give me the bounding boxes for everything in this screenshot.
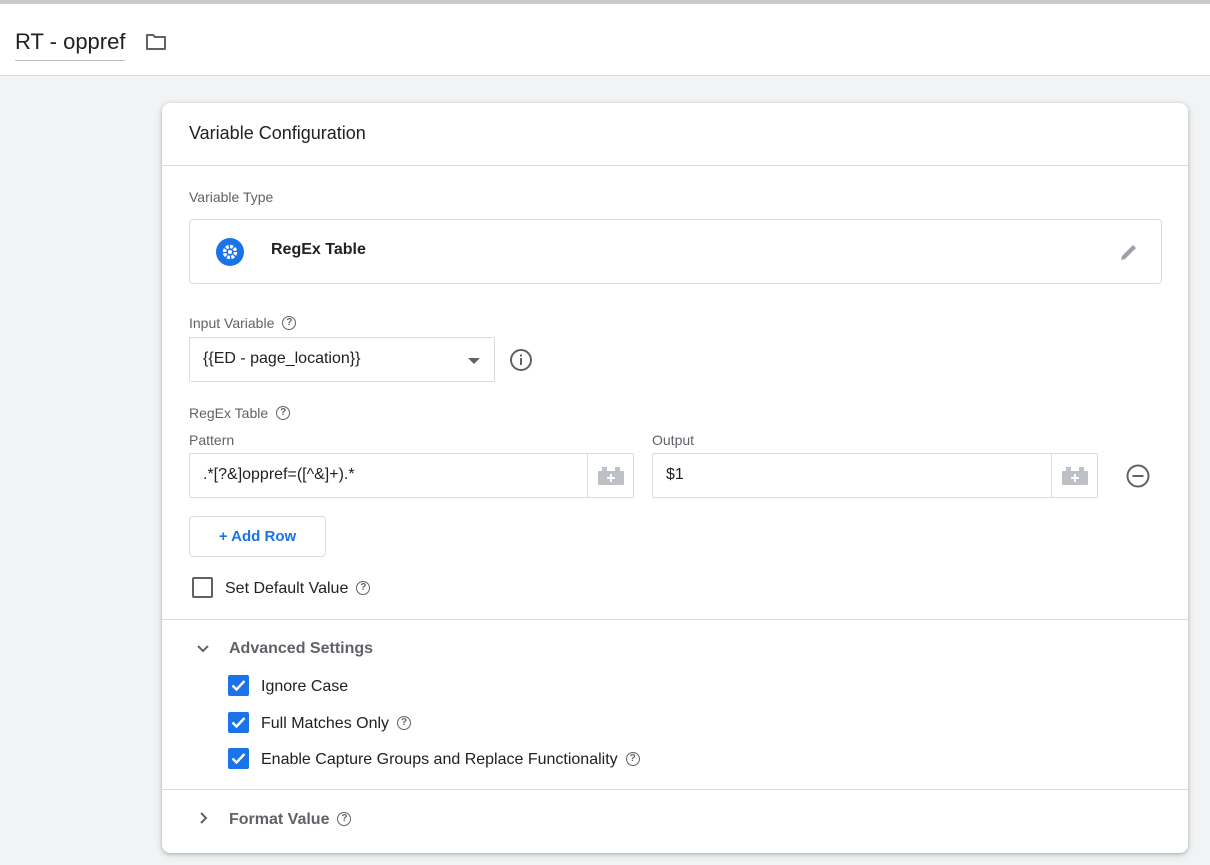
add-row-button[interactable]: + Add Row — [189, 516, 326, 557]
pattern-label: Pattern — [189, 432, 235, 448]
divider — [162, 619, 1188, 620]
advanced-settings-toggle[interactable]: Advanced Settings — [229, 640, 373, 658]
default-value-label: Set Default Value? — [225, 580, 371, 598]
output-label: Output — [652, 432, 695, 448]
help-icon[interactable]: ? — [356, 580, 371, 595]
capture-groups-label-text: Enable Capture Groups and Replace Functi… — [261, 751, 618, 768]
variable-configuration-card: Variable Configuration Variable Type Reg… — [162, 103, 1188, 853]
pattern-input[interactable]: .*[?&]oppref=([^&]+).* — [189, 453, 634, 498]
help-icon[interactable]: ? — [625, 751, 640, 766]
check-icon — [231, 717, 246, 729]
capture-groups-label: Enable Capture Groups and Replace Functi… — [261, 751, 640, 769]
full-matches-checkbox[interactable] — [228, 712, 249, 733]
regex-table-label: RegEx Table? — [189, 405, 291, 421]
variable-type-name: RegEx Table — [271, 241, 366, 258]
chevron-down-icon — [468, 358, 480, 364]
check-icon — [231, 680, 246, 692]
format-value-toggle[interactable]: Format Value? — [229, 811, 352, 829]
page-header: RT - oppref — [0, 4, 1210, 76]
folder-icon[interactable] — [144, 30, 168, 54]
default-value-checkbox[interactable] — [192, 577, 213, 598]
check-icon — [231, 753, 246, 765]
full-matches-label: Full Matches Only? — [261, 715, 412, 733]
pattern-value: .*[?&]oppref=([^&]+).* — [203, 466, 355, 483]
variable-type-box[interactable]: RegEx Table — [189, 219, 1162, 284]
variable-name-field[interactable]: RT - oppref — [15, 28, 126, 61]
capture-groups-checkbox[interactable] — [228, 748, 249, 769]
full-matches-label-text: Full Matches Only — [261, 715, 390, 732]
info-icon[interactable] — [509, 348, 533, 372]
chevron-right-icon[interactable] — [194, 809, 212, 827]
output-input[interactable]: $1 — [652, 453, 1098, 498]
remove-row-icon[interactable] — [1125, 463, 1151, 489]
ignore-case-checkbox[interactable] — [228, 675, 249, 696]
input-variable-label: Input Variable? — [189, 315, 297, 331]
gear-icon — [216, 238, 244, 266]
help-icon[interactable]: ? — [397, 715, 412, 730]
input-variable-select[interactable]: {{ED - page_location}} — [189, 337, 495, 382]
regex-table-label-text: RegEx Table — [189, 405, 269, 421]
format-value-title: Format Value — [229, 811, 330, 828]
help-icon[interactable]: ? — [276, 406, 291, 421]
variable-type-label: Variable Type — [189, 189, 274, 205]
insert-variable-button[interactable] — [1051, 454, 1097, 497]
lego-brick-icon — [598, 467, 624, 485]
input-variable-label-text: Input Variable — [189, 315, 275, 331]
help-icon[interactable]: ? — [337, 811, 352, 826]
output-value: $1 — [666, 466, 684, 483]
help-icon[interactable]: ? — [282, 316, 297, 331]
default-value-label-text: Set Default Value — [225, 580, 349, 597]
input-variable-value: {{ED - page_location}} — [203, 350, 361, 367]
divider — [162, 789, 1188, 790]
card-title: Variable Configuration — [162, 103, 1188, 166]
ignore-case-label: Ignore Case — [261, 678, 349, 695]
pencil-icon[interactable] — [1117, 240, 1141, 264]
insert-variable-button[interactable] — [587, 454, 633, 497]
chevron-down-icon[interactable] — [194, 640, 212, 658]
lego-brick-icon — [1062, 467, 1088, 485]
